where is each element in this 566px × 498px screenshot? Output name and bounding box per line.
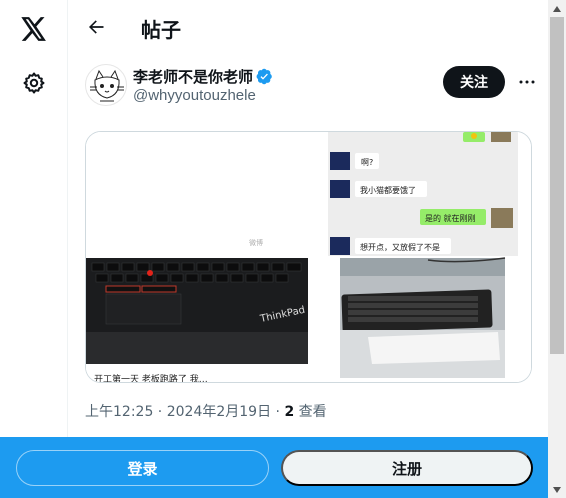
svg-text:啊?: 啊? [361,158,373,167]
svg-text:想开点，又放假了不是: 想开点，又放假了不是 [360,242,440,252]
scrollbar-thumb[interactable] [550,17,564,354]
follow-button[interactable]: 关注 [443,66,505,98]
scroll-down-icon[interactable] [548,481,566,498]
view-count: 2 [284,404,295,420]
post-time[interactable]: 上午12:25 [85,404,153,420]
post-image-laptop[interactable]: 微博 ThinkPad 开工第一天 老板跑路了 我… [86,132,326,383]
name-row: 李老师不是你老师 [133,66,273,87]
scroll-up-icon[interactable] [548,0,566,17]
post-meta: 上午12:25 · 2024年2月19日 · 2 查看 [85,404,327,420]
more-horizontal-icon[interactable] [513,68,541,96]
left-rail [0,0,68,498]
main-column: 帖子 李老师不是你老师 @whyyoutouzhele 关注 微博 ThinkP… [69,0,548,498]
view-label: 查看 [294,404,327,420]
arrow-left-icon[interactable] [81,12,111,42]
top-bar: 帖子 [69,0,548,53]
post-author: 李老师不是你老师 @whyyoutouzhele 关注 [85,64,535,108]
post-date[interactable]: 2024年2月19日 [167,404,271,420]
image-caption: 开工第一天 老板跑路了 我… [94,373,208,383]
gear-icon[interactable] [19,68,49,98]
avatar[interactable] [85,64,127,106]
author-handle[interactable]: @whyyoutouzhele [133,87,256,104]
verified-badge-icon [256,68,272,85]
svg-text:是的 就在刚刚: 是的 就在刚刚 [425,213,476,223]
page-title: 帖子 [141,18,181,42]
post-image-chat[interactable]: 啊? 我小猫都要饿了 是的 就在刚刚 想开点，又放假了不是 [328,132,531,382]
post-media[interactable]: 微博 ThinkPad 开工第一天 老板跑路了 我… 啊? 我小猫都要饿了 是的… [85,131,532,383]
scrollbar[interactable] [548,0,566,498]
bottom-login-bar: 登录 注册 [0,437,548,498]
x-logo-icon[interactable] [17,12,51,46]
image-watermark: 微博 [249,238,263,247]
login-button[interactable]: 登录 [16,450,269,486]
author-name[interactable]: 李老师不是你老师 [133,66,253,87]
svg-text:我小猫都要饿了: 我小猫都要饿了 [360,185,416,195]
signup-button[interactable]: 注册 [281,450,533,486]
